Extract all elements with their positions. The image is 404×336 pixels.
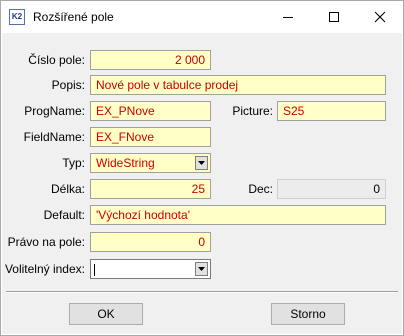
app-icon: K2: [9, 9, 25, 25]
minimize-button[interactable]: [265, 1, 311, 33]
maximize-icon: [329, 12, 339, 22]
storno-button[interactable]: Storno: [271, 303, 345, 325]
minimize-icon: [283, 17, 293, 18]
chevron-down-icon: [198, 161, 205, 165]
dec-label: Dec:: [248, 182, 273, 196]
volitelny-index-label: Volitelný index:: [4, 262, 85, 276]
progname-label: ProgName:: [24, 104, 85, 118]
chevron-down-icon: [198, 267, 205, 271]
cislo-pole-label: Číslo pole:: [28, 53, 85, 67]
default-field[interactable]: 'Výchozí hodnota': [90, 205, 386, 225]
fieldname-label: FieldName:: [23, 130, 85, 144]
window-title: Rozšířené pole: [33, 10, 114, 24]
volitelny-index-dropdown-button[interactable]: [195, 262, 208, 276]
volitelny-index-select[interactable]: [90, 259, 211, 279]
close-button[interactable]: [357, 1, 403, 33]
typ-select[interactable]: WideString: [90, 153, 211, 173]
default-label: Default:: [43, 208, 85, 222]
title-bar: K2 Rozšířené pole: [1, 1, 403, 33]
dialog-window: K2 Rozšířené pole Číslo pole: 2 000 Popi…: [0, 0, 404, 336]
cislo-pole-field[interactable]: 2 000: [90, 50, 211, 70]
delka-field[interactable]: 25: [90, 179, 211, 199]
picture-label: Picture:: [232, 104, 273, 118]
picture-field[interactable]: S25: [277, 101, 386, 121]
text-caret: [94, 263, 95, 276]
maximize-button[interactable]: [311, 1, 357, 33]
popis-field[interactable]: Nové pole v tabulce prodej: [90, 75, 386, 95]
typ-dropdown-button[interactable]: [195, 156, 208, 170]
popis-label: Popis:: [51, 78, 85, 92]
dec-field: 0: [277, 179, 386, 199]
separator-line: [6, 291, 398, 293]
dialog-body: Číslo pole: 2 000 Popis: Nové pole v tab…: [2, 33, 402, 334]
delka-label: Délka:: [50, 182, 85, 196]
ok-button[interactable]: OK: [69, 303, 143, 325]
progname-field[interactable]: EX_PNove: [90, 101, 211, 121]
pravo-field[interactable]: 0: [90, 232, 211, 252]
close-icon: [374, 11, 386, 23]
pravo-label: Právo na pole:: [7, 235, 85, 249]
typ-select-value: WideString: [96, 156, 155, 170]
typ-label: Typ:: [62, 156, 85, 170]
fieldname-field[interactable]: EX_FNove: [90, 127, 211, 147]
